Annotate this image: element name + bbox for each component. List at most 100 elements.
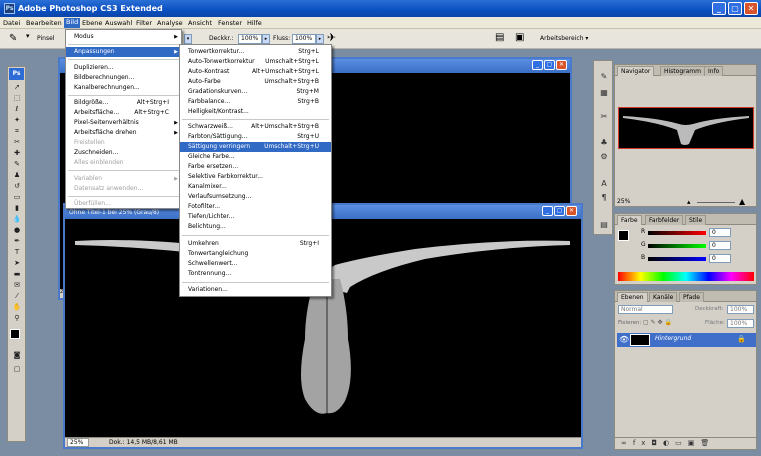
history-brush-tool-icon[interactable]: ↺	[11, 182, 23, 191]
channel-g-slider[interactable]	[648, 244, 706, 248]
fill-field[interactable]: 100%	[727, 319, 754, 328]
opacity-field[interactable]: 100%	[238, 34, 262, 44]
opacity-slider-arrow-icon[interactable]: ▸	[262, 34, 270, 44]
brush-tool-icon[interactable]: ✎	[11, 160, 23, 169]
menu-fenster[interactable]: Fenster	[218, 19, 242, 27]
menu-ebene[interactable]: Ebene	[82, 19, 102, 27]
layer-opacity-field[interactable]: 100%	[727, 305, 754, 314]
adjust-item-verlaufsumsetzung[interactable]: Verlaufsumsetzung...	[180, 192, 331, 202]
tab-ebenen[interactable]: Ebenen	[617, 292, 648, 302]
adjust-item-selektive-farbkorrektur[interactable]: Selektive Farbkorrektur...	[180, 172, 331, 182]
close-button[interactable]: ✕	[744, 2, 758, 15]
bild-menu-item-ueberfuellen[interactable]: Überfüllen...	[66, 199, 181, 209]
doc-maximize-button[interactable]: ▢	[544, 60, 555, 70]
doc-front-minimize-button[interactable]: _	[542, 206, 553, 216]
adjust-item-saettigung-verringern[interactable]: Sättigung verringern Umschalt+Strg+U	[180, 142, 331, 152]
character-icon[interactable]: A	[598, 178, 610, 189]
adjust-item-auto-tonwertkorrektur[interactable]: Auto-Tonwertkorrektur Umschalt+Strg+L	[180, 57, 331, 67]
channel-b-slider[interactable]	[648, 257, 706, 261]
slice-tool-icon[interactable]: ✂	[11, 138, 23, 147]
crop-tool-icon[interactable]: ⌗	[11, 127, 23, 136]
type-tool-icon[interactable]: T	[11, 248, 23, 257]
bild-menu-item-variablen[interactable]: Variablen ▶	[66, 174, 181, 184]
bild-menu-item-bildberechnungen[interactable]: Bildberechnungen...	[66, 73, 181, 83]
bild-menu-item-bildgroesse[interactable]: Bildgröße... Alt+Strg+I	[66, 98, 181, 108]
adjust-item-tiefen-lichter[interactable]: Tiefen/Lichter...	[180, 212, 331, 222]
adjust-item-variationen[interactable]: Variationen...	[180, 285, 331, 295]
screen-mode-icon[interactable]: ▢	[11, 365, 23, 374]
doc-front-close-button[interactable]: ✕	[566, 206, 577, 216]
adjust-item-tonwertangleichung[interactable]: Tonwertangleichung	[180, 249, 331, 259]
adjust-item-farbton-saettigung[interactable]: Farbton/Sättigung... Strg+U	[180, 132, 331, 142]
layer-comps-icon[interactable]: ⚙	[598, 151, 610, 162]
layer-row-hintergrund[interactable]: 👁 Hintergrund 🔒	[617, 333, 756, 347]
adjust-item-schwellenwert[interactable]: Schwellenwert...	[180, 259, 331, 269]
notes-tool-icon[interactable]: ✉	[11, 281, 23, 290]
adjust-item-gradationskurven[interactable]: Gradationskurven... Strg+M	[180, 87, 331, 97]
color-spectrum-bar[interactable]	[618, 272, 754, 281]
menu-datei[interactable]: Datei	[3, 19, 20, 27]
menu-analyse[interactable]: Analyse	[157, 19, 183, 27]
eyedropper-tool-icon[interactable]: ⁄	[11, 292, 23, 301]
tab-kanaele[interactable]: Kanäle	[649, 292, 678, 302]
tool-preset-arrow-icon[interactable]: ▾	[26, 32, 30, 40]
eraser-tool-icon[interactable]: ▭	[11, 193, 23, 202]
tab-stile[interactable]: Stile	[685, 215, 707, 225]
palette-well-icon[interactable]: ▤	[495, 32, 504, 43]
path-selection-tool-icon[interactable]: ➤	[11, 259, 23, 268]
adjust-item-belichtung[interactable]: Belichtung...	[180, 222, 331, 232]
color-foreground-swatch[interactable]	[618, 230, 629, 241]
bild-menu-item-pixel-seitenverhaeltnis[interactable]: Pixel-Seitenverhältnis ▶	[66, 118, 181, 128]
layer-mask-icon[interactable]: ◘	[651, 439, 663, 447]
magic-wand-tool-icon[interactable]: ✦	[11, 116, 23, 125]
workspace-dropdown[interactable]: Arbeitsbereich ▾	[540, 35, 588, 42]
bild-menu-item-freistellen[interactable]: Freistellen	[66, 138, 181, 148]
tab-histogramm[interactable]: Histogramm	[660, 66, 705, 76]
clone-source-icon[interactable]: ▤	[598, 219, 610, 230]
mode-dropdown-arrow-icon[interactable]: ▾	[184, 34, 192, 44]
adjust-item-schwarzweiss[interactable]: Schwarzweiß... Alt+Umschalt+Strg+B	[180, 122, 331, 132]
adjust-item-farbe-ersetzen[interactable]: Farbe ersetzen...	[180, 162, 331, 172]
minimize-button[interactable]: _	[712, 2, 726, 15]
blur-tool-icon[interactable]: 💧	[11, 215, 23, 224]
bild-menu-item-anpassungen[interactable]: Anpassungen ▶	[66, 47, 181, 57]
lasso-tool-icon[interactable]: ℓ	[11, 105, 23, 114]
hand-tool-icon[interactable]: ✋	[11, 303, 23, 312]
channel-g-field[interactable]: 0	[709, 241, 731, 250]
menu-bearbeiten[interactable]: Bearbeiten	[26, 19, 62, 27]
blend-mode-select[interactable]: Normal	[618, 305, 673, 314]
link-layers-icon[interactable]: ∞	[621, 439, 633, 447]
tab-farbfelder[interactable]: Farbfelder	[645, 215, 684, 225]
adjust-item-gleiche-farbe[interactable]: Gleiche Farbe...	[180, 152, 331, 162]
history-icon[interactable]: ✂	[598, 111, 610, 122]
layer-style-icon[interactable]: fx	[633, 439, 652, 447]
pen-tool-icon[interactable]: ✒	[11, 237, 23, 246]
shape-tool-icon[interactable]: ▬	[11, 270, 23, 279]
bild-menu-item-arbeitsflaeche-drehen[interactable]: Arbeitsfläche drehen ▶	[66, 128, 181, 138]
maximize-button[interactable]: ▢	[728, 2, 742, 15]
foreground-color-swatch[interactable]	[10, 329, 20, 339]
gradient-tool-icon[interactable]: ▮	[11, 204, 23, 213]
healing-brush-tool-icon[interactable]: ✚	[11, 149, 23, 158]
tab-info[interactable]: Info	[704, 66, 724, 76]
channel-r-field[interactable]: 0	[709, 228, 731, 237]
bild-menu-item-datensatz-anwenden[interactable]: Datensatz anwenden...	[66, 184, 181, 194]
quick-mask-icon[interactable]: ◙	[11, 351, 23, 360]
adjust-item-umkehren[interactable]: Umkehren Strg+I	[180, 239, 331, 249]
channel-r-slider[interactable]	[648, 231, 706, 235]
menu-filter[interactable]: Filter	[136, 19, 152, 27]
marquee-tool-icon[interactable]: ⬚	[11, 94, 23, 103]
brush-tool-icon[interactable]: ✎	[9, 33, 17, 44]
bild-menu-item-alles-einblenden[interactable]: Alles einblenden	[66, 158, 181, 168]
adjust-item-fotofilter[interactable]: Fotofilter...	[180, 202, 331, 212]
doc-front-zoom[interactable]: 25%	[67, 438, 89, 447]
lock-icons[interactable]: ▢ ✎ ✥ 🔒	[643, 319, 672, 326]
dodge-tool-icon[interactable]: ●	[11, 226, 23, 235]
adjust-item-kanalmixer[interactable]: Kanalmixer...	[180, 182, 331, 192]
flow-field[interactable]: 100%	[292, 34, 316, 44]
bridge-icon[interactable]: ▣	[515, 32, 524, 43]
adjust-item-auto-farbe[interactable]: Auto-Farbe Umschalt+Strg+B	[180, 77, 331, 87]
bild-menu-item-kanalberechnungen[interactable]: Kanalberechnungen...	[66, 83, 181, 93]
menu-hilfe[interactable]: Hilfe	[247, 19, 262, 27]
zoom-tool-icon[interactable]: ⚲	[11, 314, 23, 323]
